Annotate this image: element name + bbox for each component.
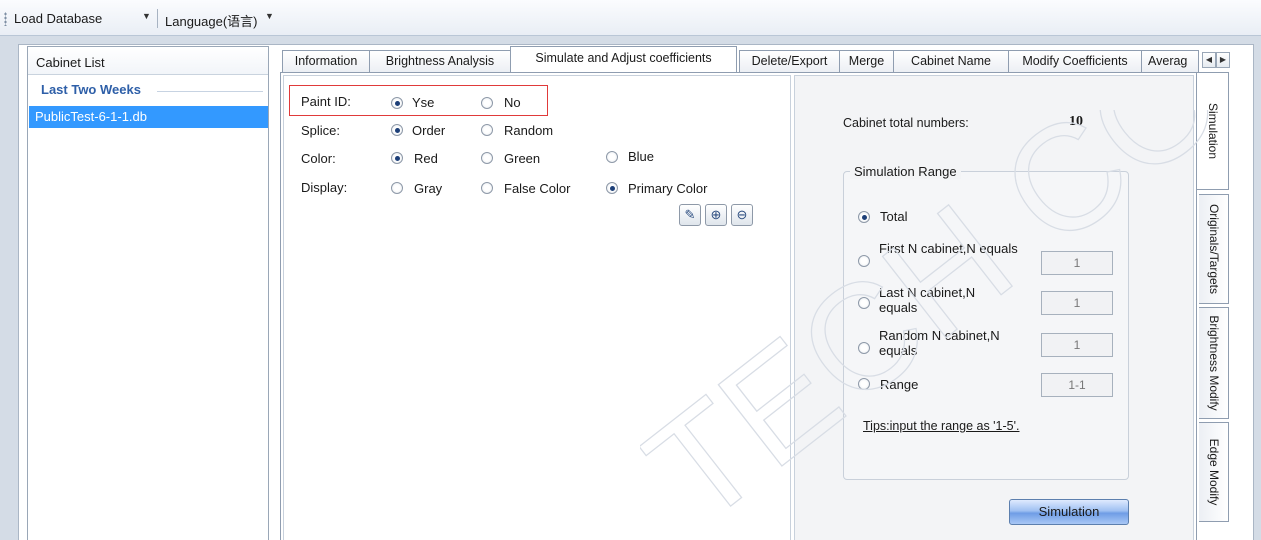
toolbar-grip-icon: [4, 12, 7, 26]
range-custom-radio[interactable]: [858, 378, 870, 390]
simulation-button[interactable]: Simulation: [1009, 499, 1129, 525]
range-random-n-label: Random N cabinet,N equals: [879, 328, 1000, 358]
tab-simulate-adjust[interactable]: Simulate and Adjust coefficients: [510, 46, 737, 72]
tab-modify-coefficients[interactable]: Modify Coefficients: [1008, 50, 1142, 72]
tab-merge[interactable]: Merge: [839, 50, 894, 72]
range-last-n-label: Last N cabinet,N equals: [879, 285, 976, 315]
tab-scroll-right-icon[interactable]: ▶: [1216, 52, 1230, 68]
edit-icon: ✎: [684, 207, 696, 222]
cabinet-group-label: Last Two Weeks: [41, 82, 141, 97]
language-dropdown-icon[interactable]: ▼: [265, 11, 274, 21]
paint-id-label: Paint ID:: [301, 94, 351, 109]
language-menu-button[interactable]: Language(语言): [165, 11, 258, 30]
range-total-label: Total: [880, 209, 908, 224]
range-random-n-radio[interactable]: [858, 342, 870, 354]
paint-id-no-label: No: [504, 95, 521, 110]
splice-label: Splice:: [301, 123, 341, 138]
display-false-color-radio[interactable]: [481, 182, 493, 194]
tab-cabinet-name[interactable]: Cabinet Name: [893, 50, 1009, 72]
splice-order-radio[interactable]: [391, 124, 403, 136]
cabinet-list-item[interactable]: PublicTest-6-1-1.db: [29, 106, 268, 128]
side-tab-edge-modify[interactable]: Edge Modify: [1199, 422, 1229, 522]
side-tab-simulation[interactable]: Simulation: [1197, 72, 1229, 190]
side-tab-brightness-modify[interactable]: Brightness Modify: [1199, 307, 1229, 419]
simulation-range-title: Simulation Range: [850, 164, 961, 179]
tab-delete-export[interactable]: Delete/Export: [739, 50, 840, 72]
color-blue-radio[interactable]: [606, 151, 618, 163]
cabinet-list-title: Cabinet List: [36, 55, 105, 70]
color-blue-label: Blue: [628, 149, 655, 164]
side-tab-originals-targets[interactable]: Originals/Targets: [1199, 194, 1229, 304]
edit-button[interactable]: ✎: [679, 204, 701, 226]
display-primary-color-radio[interactable]: [606, 182, 618, 194]
zoom-in-icon: ⊕: [710, 207, 722, 222]
cabinet-list-header: Cabinet List: [28, 47, 268, 75]
load-database-dropdown-icon[interactable]: ▼: [142, 11, 151, 21]
tab-average[interactable]: Averag: [1141, 50, 1199, 72]
first-n-input[interactable]: 1: [1041, 251, 1113, 275]
group-divider: [157, 91, 263, 92]
paint-options-panel: [283, 75, 791, 540]
display-false-color-label: False Color: [504, 181, 571, 196]
range-first-n-radio[interactable]: [858, 255, 870, 267]
tab-information[interactable]: Information: [282, 50, 370, 72]
paint-id-yes-label: Yse: [412, 95, 435, 110]
display-label: Display:: [301, 180, 348, 195]
load-database-button[interactable]: Load Database: [14, 11, 102, 26]
color-green-label: Green: [504, 151, 541, 166]
cabinet-list-item-label: PublicTest-6-1-1.db: [35, 109, 147, 124]
tab-strip: Information Brightness Analysis Simulate…: [282, 46, 1230, 72]
color-green-radio[interactable]: [481, 152, 493, 164]
color-label: Color:: [301, 151, 336, 166]
cabinet-total-label: Cabinet total numbers:: [843, 116, 969, 130]
display-gray-label: Gray: [414, 181, 443, 196]
splice-random-radio[interactable]: [481, 124, 493, 136]
range-first-n-label: First N cabinet,N equals: [879, 241, 1018, 256]
range-last-n-radio[interactable]: [858, 297, 870, 309]
range-input[interactable]: 1-1: [1041, 373, 1113, 397]
tab-brightness-analysis[interactable]: Brightness Analysis: [369, 50, 511, 72]
splice-random-label: Random: [504, 123, 554, 138]
display-gray-radio[interactable]: [391, 182, 403, 194]
color-red-radio[interactable]: [391, 152, 403, 164]
cabinet-total-value: 10: [1069, 114, 1083, 129]
color-red-label: Red: [414, 151, 438, 166]
zoom-in-button[interactable]: ⊕: [705, 204, 727, 226]
toolbar-separator: [157, 9, 158, 28]
random-n-input[interactable]: 1: [1041, 333, 1113, 357]
range-total-radio[interactable]: [858, 211, 870, 223]
last-n-input[interactable]: 1: [1041, 291, 1113, 315]
tab-scroll-left-icon[interactable]: ◀: [1202, 52, 1216, 68]
side-tab-strip: Simulation Originals/Targets Brightness …: [1197, 72, 1231, 540]
display-primary-color-label: Primary Color: [628, 181, 708, 196]
paint-id-no-radio[interactable]: [481, 97, 493, 109]
range-tips-link: Tips:input the range as '1-5'.: [863, 419, 1020, 433]
range-custom-label: Range: [880, 377, 919, 392]
paint-id-yes-radio[interactable]: [391, 97, 403, 109]
splice-order-label: Order: [412, 123, 446, 138]
zoom-out-icon: ⊖: [736, 207, 748, 222]
menu-toolbar: Load Database ▼ Language(语言) ▼: [0, 0, 1261, 36]
zoom-out-button[interactable]: ⊖: [731, 204, 753, 226]
